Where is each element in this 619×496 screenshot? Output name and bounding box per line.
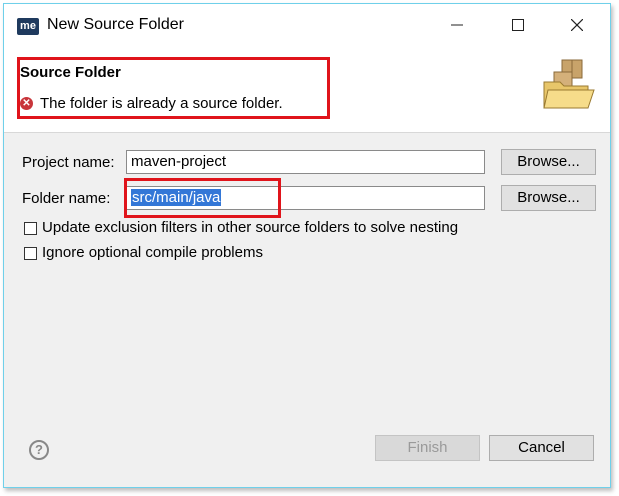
minimize-icon (451, 24, 463, 26)
ignore-optional-checkbox[interactable] (24, 247, 37, 260)
project-browse-button[interactable]: Browse... (501, 149, 596, 175)
update-exclusion-checkbox[interactable] (24, 222, 37, 235)
folder-package-icon (543, 59, 595, 109)
project-name-field[interactable]: maven-project (126, 150, 485, 174)
close-icon (571, 19, 583, 31)
wizard-content: Project name: maven-project Browse... Fo… (4, 133, 610, 487)
folder-browse-button[interactable]: Browse... (501, 185, 596, 211)
project-name-label: Project name: (22, 154, 115, 171)
title-bar: me New Source Folder (4, 4, 610, 46)
app-icon: me (17, 18, 39, 35)
folder-name-label: Folder name: (22, 190, 111, 207)
ignore-optional-label[interactable]: Ignore optional compile problems (42, 244, 263, 261)
maximize-icon (512, 19, 524, 31)
finish-button[interactable]: Finish (375, 435, 480, 461)
window-title: New Source Folder (47, 16, 184, 33)
highlight-box-folder (124, 178, 281, 218)
cancel-button[interactable]: Cancel (489, 435, 594, 461)
help-icon[interactable]: ? (29, 440, 49, 460)
close-button[interactable] (554, 10, 600, 40)
maximize-button[interactable] (495, 10, 541, 40)
highlight-box-banner (17, 57, 330, 119)
update-exclusion-label[interactable]: Update exclusion filters in other source… (42, 219, 458, 236)
dialog-window: me New Source Folder Source Folder ✕ The… (3, 3, 611, 488)
minimize-button[interactable] (434, 10, 480, 40)
